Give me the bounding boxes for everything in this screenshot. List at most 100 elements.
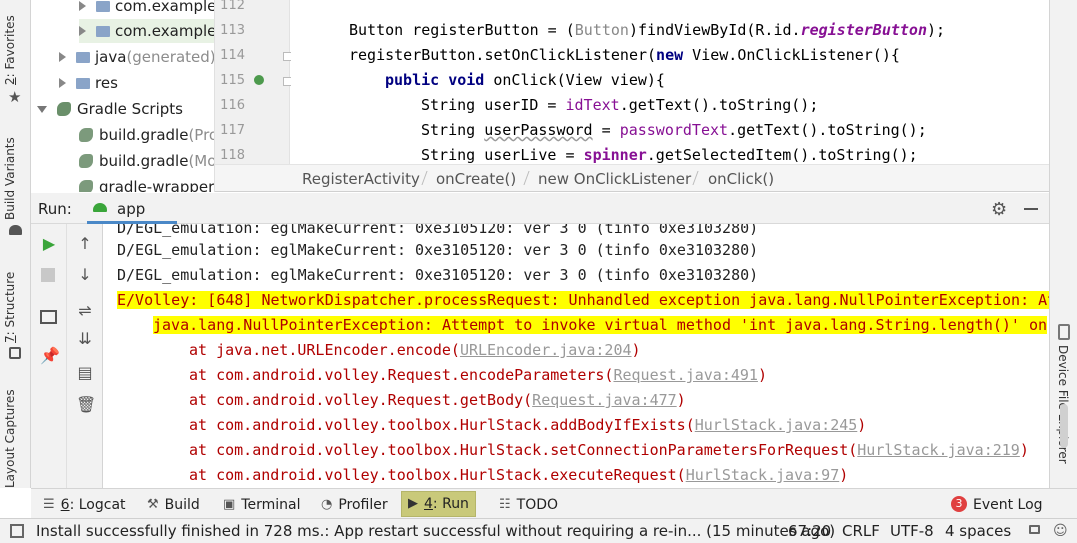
- scroll-to-end-icon[interactable]: ⇊: [76, 330, 94, 348]
- breadcrumb-item[interactable]: RegisterActivity: [302, 170, 420, 188]
- expand-arrow-icon[interactable]: [59, 78, 66, 88]
- source-link[interactable]: Request.java:491: [613, 366, 758, 384]
- code-line: Button registerButton = (Button)findView…: [349, 21, 946, 39]
- package-icon: [96, 25, 110, 37]
- source-link[interactable]: URLEncoder.java:204: [460, 341, 632, 359]
- build-variants-tab[interactable]: Build Variants: [3, 137, 17, 220]
- lock-icon[interactable]: [1029, 525, 1040, 534]
- print-icon[interactable]: ▤: [76, 364, 94, 382]
- code-line: String userID = idText.getText().toStrin…: [421, 96, 819, 114]
- logcat-icon: ☰: [43, 497, 55, 512]
- run-icon: ▶: [408, 496, 418, 511]
- trash-icon[interactable]: 🗑: [76, 396, 96, 414]
- caret-position[interactable]: 67:20: [788, 522, 831, 540]
- tree-item[interactable]: java (generated): [59, 45, 214, 69]
- android-icon: [9, 225, 22, 235]
- structure-icon: [9, 347, 21, 359]
- breadcrumb-item[interactable]: new OnClickListener: [538, 170, 691, 188]
- console-line: D/EGL_emulation: eglMakeCurrent: 0xe3105…: [117, 241, 759, 259]
- console-error-line: E/Volley: [648] NetworkDispatcher.proces…: [117, 288, 1049, 312]
- gradle-icon: [57, 102, 71, 116]
- todo-tab[interactable]: ☷ TODO: [499, 493, 558, 517]
- right-tool-strip: Device File Explorer: [1049, 0, 1077, 488]
- stack-frame: at com.android.volley.Request.encodePara…: [189, 366, 767, 384]
- code-editor[interactable]: Button registerButton = (Button)findView…: [291, 0, 1049, 164]
- minimize-icon[interactable]: [1024, 208, 1038, 210]
- run-toolbar-primary: ▶ 📌: [31, 224, 67, 488]
- code-line: String userPassword = passwordText.getTe…: [421, 121, 927, 139]
- line-number: 114: [220, 48, 245, 63]
- tool-window-bar: ☰ 6: Logcat ⚒ Build ▣ Terminal ◔ Profiler ▶ 4…: [31, 488, 1077, 518]
- stack-frame: at com.android.volley.toolbox.HurlStack.…: [189, 466, 849, 484]
- package-icon: [96, 0, 110, 12]
- expand-arrow-icon[interactable]: [79, 1, 86, 11]
- line-number: 116: [220, 98, 245, 113]
- run-bottom-tab[interactable]: ▶ 4: Run: [401, 491, 476, 517]
- stop-icon[interactable]: [41, 268, 55, 282]
- layout-captures-tab[interactable]: Layout Captures: [3, 389, 17, 488]
- tree-item[interactable]: build.gradle (Pro: [79, 123, 214, 147]
- scrollbar-thumb[interactable]: [1060, 404, 1068, 448]
- structure-tab[interactable]: 7: Structure: [3, 272, 17, 343]
- tree-item[interactable]: com.example: [79, 0, 214, 18]
- line-number: 112: [220, 0, 245, 13]
- editor-gutter: 112 113 114 115 116 117 118: [215, 0, 292, 164]
- settings-gear-icon[interactable]: ⚙: [991, 199, 1007, 220]
- event-log-tab[interactable]: 3 Event Log: [951, 493, 1043, 517]
- breadcrumb-separator: [518, 171, 530, 185]
- indent-setting[interactable]: 4 spaces: [945, 522, 1011, 540]
- pin-icon[interactable]: 📌: [40, 347, 60, 365]
- rerun-icon[interactable]: ▶: [40, 235, 58, 253]
- source-link[interactable]: HurlStack.java:245: [695, 416, 858, 434]
- device-explorer-icon: [1058, 324, 1070, 340]
- favorites-tab[interactable]: 2: Favorites: [3, 15, 17, 85]
- tree-item[interactable]: gradle-wrapper.p: [79, 175, 214, 192]
- expand-arrow-icon[interactable]: [79, 26, 86, 36]
- line-separator[interactable]: CRLF: [842, 522, 880, 540]
- line-number: 117: [220, 123, 245, 138]
- layout-icon[interactable]: [40, 310, 57, 324]
- file-encoding[interactable]: UTF-8: [890, 522, 934, 540]
- tree-item[interactable]: com.example: [79, 19, 214, 43]
- terminal-tab[interactable]: ▣ Terminal: [223, 493, 300, 517]
- build-tab[interactable]: ⚒ Build: [147, 493, 200, 517]
- gradle-file-icon: [79, 154, 93, 168]
- status-bar: Install successfully finished in 728 ms.…: [0, 518, 1077, 543]
- terminal-icon: ▣: [223, 497, 236, 512]
- gradle-file-icon: [79, 128, 93, 142]
- status-message[interactable]: Install successfully finished in 728 ms.…: [36, 522, 835, 540]
- soft-wrap-icon[interactable]: ⇌: [76, 302, 94, 320]
- folder-icon: [76, 77, 90, 89]
- folder-icon: [76, 51, 90, 63]
- console-error-line: java.lang.NullPointerException: Attempt …: [153, 316, 1048, 334]
- tree-item[interactable]: res: [59, 71, 118, 95]
- down-arrow-icon[interactable]: ↓: [76, 266, 94, 284]
- inspector-icon[interactable]: ☺: [1053, 523, 1068, 539]
- event-count-badge: 3: [951, 496, 967, 512]
- console-line: D/EGL_emulation: eglMakeCurrent: 0xe3105…: [117, 266, 759, 284]
- expand-arrow-icon[interactable]: [59, 52, 66, 62]
- stack-frame: at com.android.volley.toolbox.HurlStack.…: [189, 441, 1029, 459]
- stack-frame: at com.android.volley.Request.getBody(Re…: [189, 391, 686, 409]
- tree-item[interactable]: Gradle Scripts: [37, 97, 183, 121]
- breadcrumb-item[interactable]: onClick(): [708, 170, 774, 188]
- source-link[interactable]: HurlStack.java:97: [686, 466, 840, 484]
- todo-icon: ☷: [499, 497, 511, 512]
- code-line: public void onClick(View view){: [385, 71, 665, 89]
- source-link[interactable]: Request.java:477: [532, 391, 677, 409]
- status-toggle-icon[interactable]: [10, 524, 24, 538]
- profiler-tab[interactable]: ◔ Profiler: [321, 493, 388, 517]
- run-tab[interactable]: app: [87, 193, 177, 224]
- line-number: 115: [220, 73, 245, 88]
- collapse-arrow-icon[interactable]: [37, 105, 47, 113]
- run-label: Run:: [38, 200, 72, 218]
- line-number: 118: [220, 148, 245, 163]
- stack-frame: at com.android.volley.toolbox.HurlStack.…: [189, 416, 867, 434]
- logcat-tab[interactable]: ☰ 6: Logcat: [43, 493, 126, 517]
- override-gutter-icon[interactable]: [254, 75, 264, 85]
- source-link[interactable]: HurlStack.java:219: [857, 441, 1020, 459]
- up-arrow-icon[interactable]: ↑: [76, 235, 94, 253]
- breadcrumb-item[interactable]: onCreate(): [436, 170, 516, 188]
- run-console[interactable]: D/EGL_emulation: eglMakeCurrent: 0xe3105…: [103, 224, 1049, 488]
- tree-item[interactable]: build.gradle (Mo: [79, 149, 214, 173]
